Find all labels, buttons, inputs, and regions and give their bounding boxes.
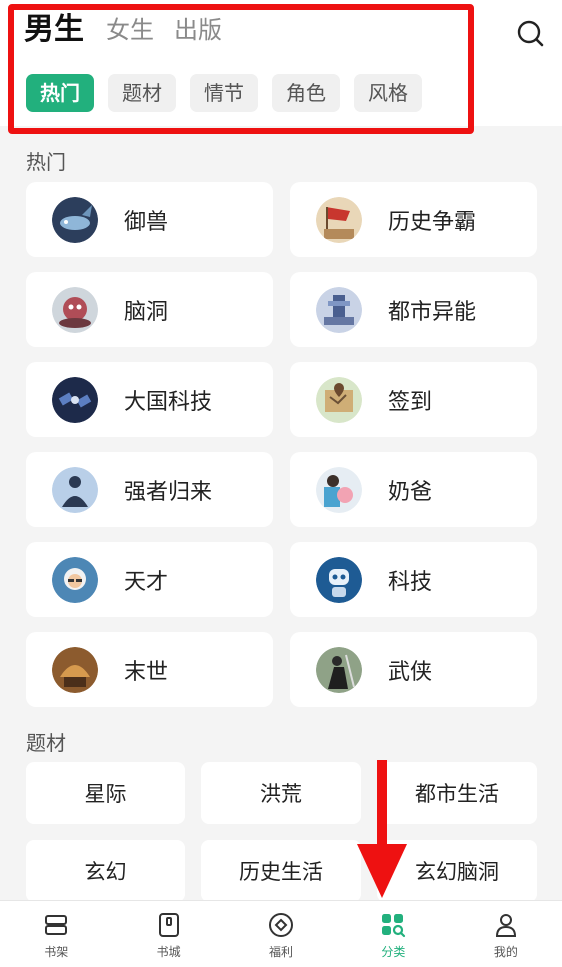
apocalypse-icon — [52, 646, 98, 693]
nav-label: 我的 — [493, 945, 518, 959]
nav-label: 书城 — [156, 945, 181, 959]
nav-profile[interactable]: 我的 — [450, 901, 562, 967]
genius-icon — [52, 556, 98, 603]
top-tabs: 男生 女生 出版 — [24, 10, 242, 50]
treasure-map-icon — [316, 376, 362, 423]
section-title-hot: 热门 — [26, 150, 66, 174]
category-card[interactable]: 强者归来 — [26, 452, 273, 527]
category-label: 科技 — [388, 569, 433, 595]
chip-hot[interactable]: 热门 — [26, 74, 94, 112]
tab-publish[interactable]: 出版 — [174, 10, 222, 50]
bookshelf-icon — [45, 915, 68, 935]
satellite-icon — [52, 376, 98, 423]
filter-chip-row: 热门 题材 情节 角色 风格 — [26, 74, 436, 112]
category-card[interactable]: 科技 — [290, 542, 537, 617]
nav-bookstore[interactable]: 书城 — [112, 901, 224, 967]
theme-tag[interactable]: 星际 — [26, 762, 185, 824]
welfare-icon — [269, 913, 294, 937]
swordsman-icon — [316, 646, 362, 693]
theme-tag[interactable]: 玄幻脑洞 — [377, 840, 537, 902]
section-title-theme: 题材 — [26, 731, 66, 755]
theme-tag[interactable]: 都市生活 — [377, 762, 537, 824]
category-label: 奶爸 — [388, 479, 433, 505]
profile-icon — [495, 914, 516, 937]
dad-baby-icon — [316, 466, 362, 513]
category-card[interactable]: 奶爸 — [290, 452, 537, 527]
category-card[interactable]: 签到 — [290, 362, 537, 437]
bottom-nav: 书架 书城 福利 分类 我的 — [0, 900, 562, 967]
category-label: 天才 — [124, 569, 169, 595]
theme-tag[interactable]: 洪荒 — [201, 762, 361, 824]
category-label: 武侠 — [388, 659, 433, 685]
nav-welfare[interactable]: 福利 — [225, 901, 337, 967]
category-label: 历史争霸 — [388, 209, 477, 235]
tab-female[interactable]: 女生 — [106, 10, 154, 50]
theme-tag[interactable]: 历史生活 — [201, 840, 361, 902]
city-tower-icon — [316, 286, 362, 333]
category-icon — [382, 914, 406, 938]
nav-bookshelf[interactable]: 书架 — [0, 901, 112, 967]
category-label: 末世 — [124, 659, 169, 685]
category-card[interactable]: 历史争霸 — [290, 182, 537, 257]
nav-category[interactable]: 分类 — [337, 901, 449, 967]
category-card[interactable]: 大国科技 — [26, 362, 273, 437]
category-card[interactable]: 都市异能 — [290, 272, 537, 347]
nav-label: 福利 — [269, 945, 294, 959]
chip-style[interactable]: 风格 — [354, 74, 422, 112]
category-card[interactable]: 御兽 — [26, 182, 273, 257]
theme-tag[interactable]: 玄幻 — [26, 840, 185, 902]
nav-label: 书架 — [44, 945, 69, 959]
nav-label: 分类 — [381, 945, 406, 959]
header: 男生 女生 出版 热门 题材 情节 角色 风格 — [0, 0, 562, 126]
category-label: 都市异能 — [388, 299, 477, 325]
category-card[interactable]: 武侠 — [290, 632, 537, 707]
whale-icon — [52, 196, 98, 243]
category-label: 大国科技 — [124, 389, 213, 415]
category-card[interactable]: 天才 — [26, 542, 273, 617]
chip-role[interactable]: 角色 — [272, 74, 340, 112]
category-label: 脑洞 — [124, 299, 169, 325]
tab-male[interactable]: 男生 — [24, 10, 84, 50]
bookstore-icon — [158, 913, 179, 937]
search-icon[interactable] — [515, 18, 547, 50]
category-label: 签到 — [388, 389, 433, 415]
hot-category-grid: 御兽 历史争霸 脑洞 都市异能 大国科技 签到 强者归来 奶爸 天才 科技 末世… — [26, 182, 537, 707]
hero-return-icon — [52, 466, 98, 513]
category-card[interactable]: 脑洞 — [26, 272, 273, 347]
category-label: 御兽 — [124, 209, 169, 235]
brain-monster-icon — [52, 286, 98, 333]
category-label: 强者归来 — [124, 479, 213, 505]
robot-icon — [316, 556, 362, 603]
chip-theme[interactable]: 题材 — [108, 74, 176, 112]
war-flag-icon — [316, 196, 362, 243]
chip-plot[interactable]: 情节 — [190, 74, 258, 112]
theme-tag-grid: 星际 洪荒 都市生活 玄幻 历史生活 玄幻脑洞 — [26, 762, 537, 902]
category-card[interactable]: 末世 — [26, 632, 273, 707]
